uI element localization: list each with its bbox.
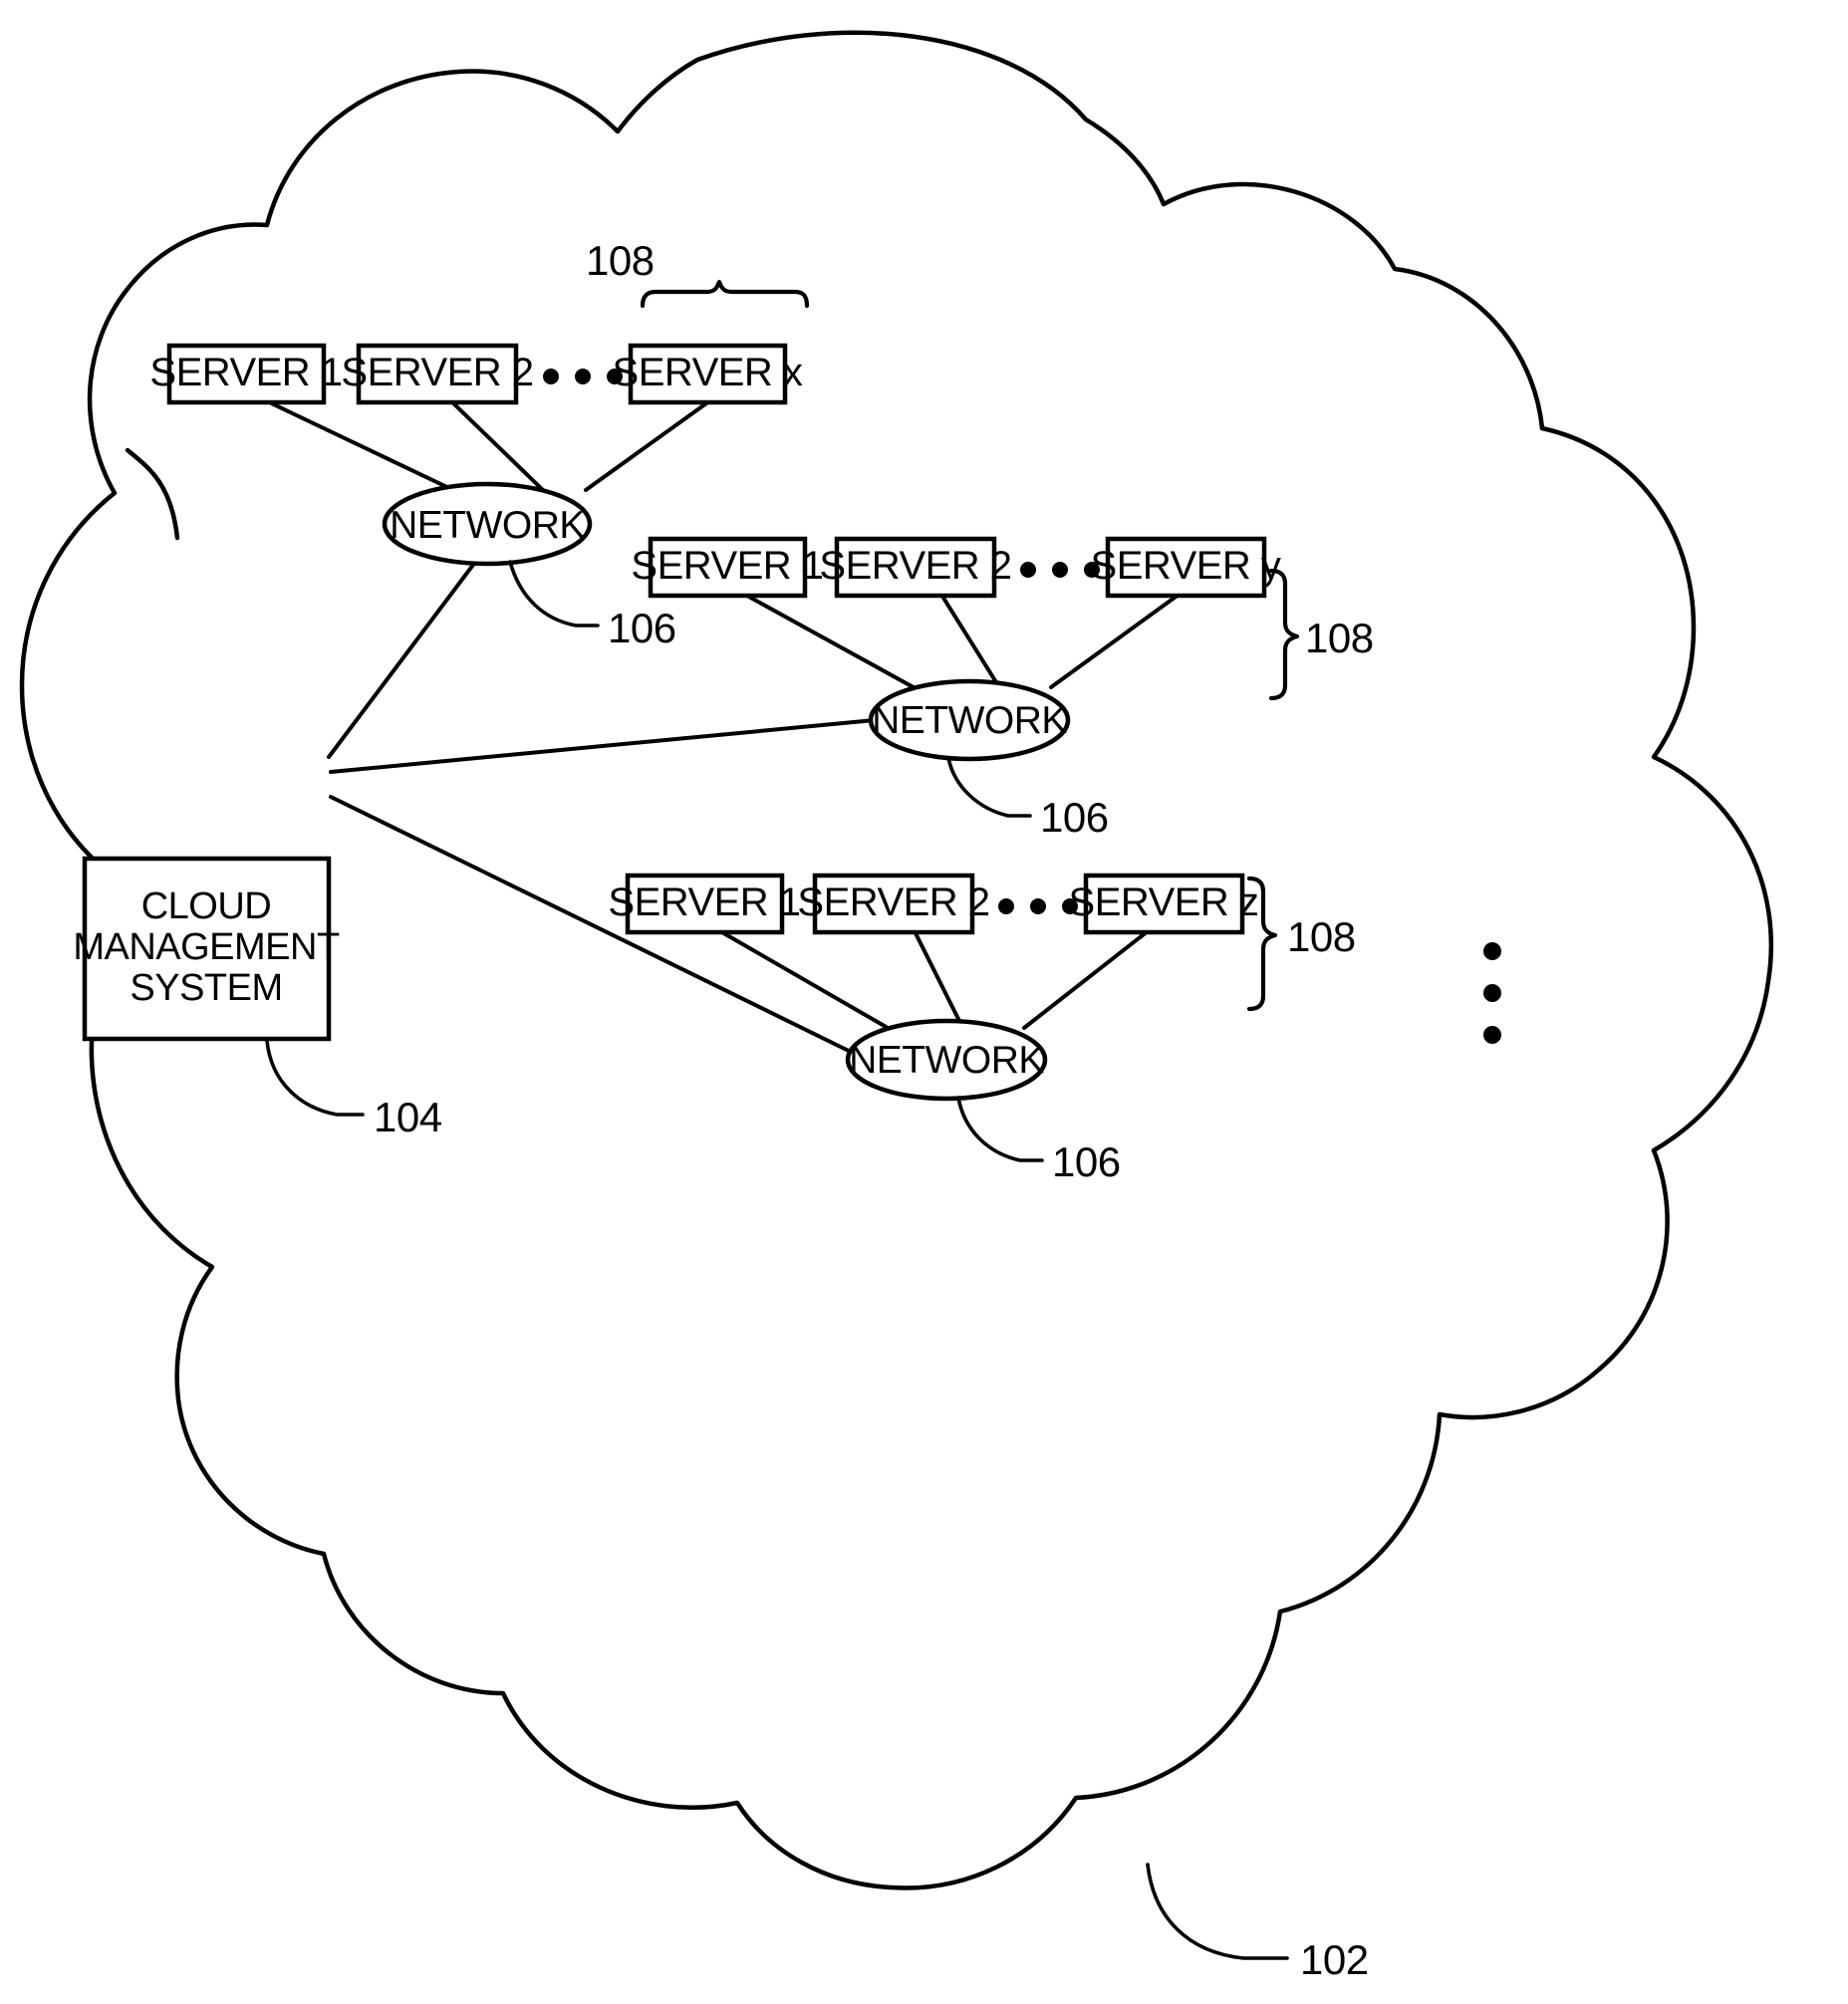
ellipsis-dot-top-1 — [543, 369, 559, 384]
server-label-mid-1: SERVER 1 — [631, 544, 823, 588]
link-mid-servery-network — [1049, 593, 1181, 689]
network-reference-numeral-top: 106 — [608, 605, 676, 651]
group-reference-numeral-bottom: 108 — [1287, 913, 1356, 960]
server-label-bot-3: SERVER z — [1069, 880, 1259, 924]
server-label-top-2: SERVER 2 — [341, 351, 533, 394]
cloud-management-system-reference-numeral: 104 — [374, 1094, 442, 1140]
ellipsis-dot-top-2 — [575, 369, 591, 384]
link-bot-server2-network — [913, 929, 966, 1033]
network-label-bottom: NETWORK — [849, 1039, 1044, 1082]
link-top-server2-network — [446, 396, 545, 492]
vertical-ellipsis-dot-1 — [1483, 942, 1501, 960]
network-label-middle: NETWORK — [872, 699, 1067, 742]
network-reference-numeral-middle: 106 — [1040, 794, 1109, 841]
link-top-network-cms — [327, 559, 478, 759]
link-bot-serverz-network — [1022, 929, 1150, 1030]
server-label-mid-2: SERVER 2 — [819, 544, 1011, 588]
patent-figure: 102 SERVER 1 SERVER 2 SERVER x 108 NETWO… — [0, 0, 1848, 2004]
network-reference-numeral-bottom: 106 — [1052, 1138, 1121, 1185]
server-label-bot-2: SERVER 2 — [797, 880, 989, 924]
cloud-management-system[interactable]: CLOUD MANAGEMENT SYSTEM 104 — [73, 856, 442, 1140]
cloud-management-system-line1: CLOUD — [141, 885, 272, 927]
link-mid-server2-network — [939, 593, 1003, 692]
group-brace-middle — [1268, 568, 1300, 701]
server-label-top-3: SERVER x — [613, 351, 803, 394]
ellipsis-dot-mid-2 — [1052, 562, 1068, 578]
cloud-bump-left — [125, 447, 180, 541]
network-leader-line-middle — [946, 756, 1032, 818]
group-middle: SERVER 1 SERVER 2 SERVER y 108 NETWORK 1… — [631, 536, 1374, 841]
server-label-top-1: SERVER 1 — [149, 351, 342, 394]
network-label-top: NETWORK — [390, 504, 585, 547]
server-label-mid-3: SERVER y — [1091, 544, 1281, 588]
cloud-leader-line — [1146, 1863, 1289, 1960]
cloud-reference-numeral: 102 — [1300, 1936, 1369, 1983]
group-reference-numeral-top: 108 — [586, 237, 655, 284]
group-reference-numeral-middle: 108 — [1305, 615, 1374, 661]
network-leader-line-top — [508, 560, 600, 627]
link-top-serverx-network — [584, 396, 715, 492]
ellipsis-dot-bot-2 — [1030, 898, 1046, 914]
link-bot-server1-network — [718, 929, 904, 1038]
vertical-ellipsis-dot-3 — [1483, 1026, 1501, 1044]
cloud-management-system-line3: SYSTEM — [130, 967, 282, 1009]
cloud-management-system-line2: MANAGEMENT — [73, 926, 340, 968]
vertical-ellipsis — [1483, 942, 1501, 1044]
link-mid-server1-network — [743, 593, 933, 699]
vertical-ellipsis-dot-2 — [1483, 984, 1501, 1002]
network-leader-line-bottom — [956, 1096, 1044, 1162]
link-mid-network-cms — [329, 718, 877, 774]
cloud-management-system-leader-line — [265, 1039, 365, 1117]
server-label-bot-1: SERVER 1 — [608, 880, 800, 924]
group-brace-top — [640, 279, 810, 309]
figure-canvas: 102 SERVER 1 SERVER 2 SERVER x 108 NETWO… — [19, 30, 1774, 1983]
ellipsis-dot-bot-1 — [998, 898, 1014, 914]
ellipsis-dot-mid-1 — [1020, 562, 1036, 578]
link-top-server1-network — [259, 396, 455, 492]
group-bottom: SERVER 1 SERVER 2 SERVER z 108 NETWORK 1… — [608, 873, 1356, 1185]
